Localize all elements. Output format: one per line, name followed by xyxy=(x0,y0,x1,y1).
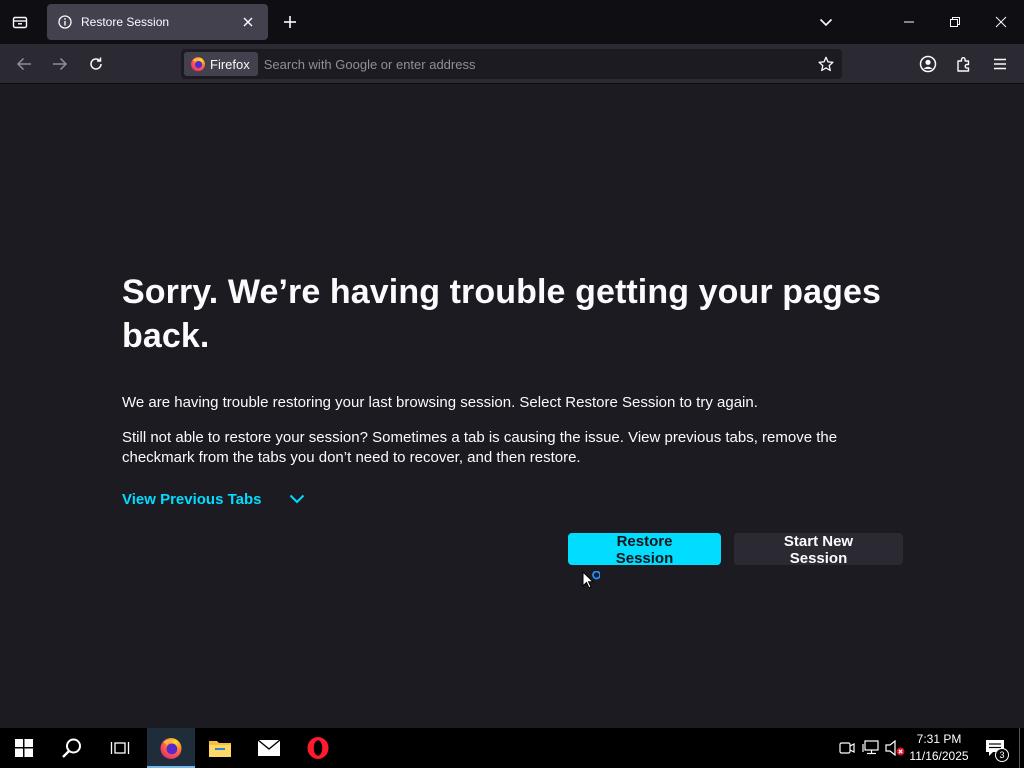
taskbar-opera[interactable] xyxy=(294,728,342,768)
new-tab-button[interactable] xyxy=(276,8,304,36)
tab-strip: Restore Session xyxy=(0,0,1024,44)
forward-arrow-icon xyxy=(53,57,68,71)
tab-title: Restore Session xyxy=(81,15,170,29)
firefox-logo-icon xyxy=(191,57,205,72)
action-buttons: Restore Session Start New Session xyxy=(568,533,903,567)
bookmark-star-button[interactable] xyxy=(812,50,840,78)
close-tab-icon[interactable] xyxy=(238,12,258,32)
task-view-button[interactable] xyxy=(96,728,144,768)
view-previous-tabs-toggle[interactable]: View Previous Tabs xyxy=(122,488,904,510)
restore-session-button[interactable]: Restore Session xyxy=(568,533,721,567)
tab-restore-session[interactable]: Restore Session xyxy=(47,4,268,40)
taskbar-mail[interactable] xyxy=(245,728,293,768)
action-center-button[interactable]: 3 xyxy=(980,728,1010,768)
extensions-button[interactable] xyxy=(950,50,978,78)
start-new-session-button[interactable]: Start New Session xyxy=(734,533,903,567)
tray-volume-muted-icon[interactable] xyxy=(885,738,905,758)
opera-icon xyxy=(307,737,329,759)
restore-window-button[interactable] xyxy=(932,0,978,44)
windows-start-icon xyxy=(15,739,33,757)
restore-window-icon xyxy=(950,17,960,27)
taskbar: 7:31 PM 11/16/2025 3 xyxy=(0,728,1024,768)
chevron-down-icon xyxy=(819,18,833,27)
start-button[interactable] xyxy=(0,728,48,768)
minimize-button[interactable] xyxy=(886,0,932,44)
file-explorer-icon xyxy=(209,741,231,757)
app-menu-button[interactable] xyxy=(986,50,1014,78)
tray-meet-now-icon[interactable] xyxy=(837,738,857,758)
search-icon xyxy=(62,738,81,758)
mail-icon xyxy=(257,739,281,756)
info-icon xyxy=(57,14,73,30)
firefox-view-button[interactable] xyxy=(6,8,34,36)
navigation-toolbar: Firefox xyxy=(0,44,1024,84)
account-button[interactable] xyxy=(914,50,942,78)
url-input[interactable] xyxy=(263,56,812,72)
taskbar-search-button[interactable] xyxy=(48,728,96,768)
page-content: Sorry. We’re having trouble getting your… xyxy=(0,85,1024,728)
session-restore-container: Sorry. We’re having trouble getting your… xyxy=(122,270,904,510)
close-window-button[interactable] xyxy=(978,0,1024,44)
address-bar[interactable]: Firefox xyxy=(181,49,842,79)
firefox-view-icon xyxy=(12,16,28,29)
view-previous-tabs-label[interactable]: View Previous Tabs xyxy=(122,491,262,508)
taskbar-firefox[interactable] xyxy=(147,728,195,768)
taskbar-file-explorer[interactable] xyxy=(196,728,244,768)
error-message-secondary: Still not able to restore your session? … xyxy=(122,429,838,466)
error-message-primary: We are having trouble restoring your las… xyxy=(122,394,758,411)
firefox-icon xyxy=(160,737,182,759)
page-title: Sorry. We’re having trouble getting your… xyxy=(122,273,882,355)
forward-button[interactable] xyxy=(46,50,74,78)
puzzle-piece-icon xyxy=(957,57,970,72)
hamburger-menu-icon xyxy=(994,58,1006,70)
tray-network-icon[interactable] xyxy=(861,738,881,758)
plus-icon xyxy=(284,16,296,28)
back-button[interactable] xyxy=(10,50,38,78)
identity-box[interactable]: Firefox xyxy=(184,52,258,76)
list-all-tabs-button[interactable] xyxy=(812,8,840,36)
show-desktop-button[interactable] xyxy=(1019,728,1020,768)
chevron-down-icon[interactable] xyxy=(288,490,306,508)
busy-cursor-icon xyxy=(582,571,600,589)
close-icon xyxy=(995,16,1007,28)
identity-label: Firefox xyxy=(210,56,250,72)
back-arrow-icon xyxy=(16,57,31,71)
reload-button[interactable] xyxy=(82,50,110,78)
minimize-icon xyxy=(904,21,914,23)
clock-date: 11/16/2025 xyxy=(909,749,969,763)
account-icon xyxy=(919,55,937,73)
clock-time: 7:31 PM xyxy=(916,732,962,746)
reload-icon xyxy=(90,57,102,70)
taskbar-clock[interactable]: 7:31 PM 11/16/2025 xyxy=(904,731,974,765)
notification-count-badge: 3 xyxy=(995,748,1009,762)
star-icon xyxy=(818,56,834,72)
task-view-icon xyxy=(110,742,130,754)
